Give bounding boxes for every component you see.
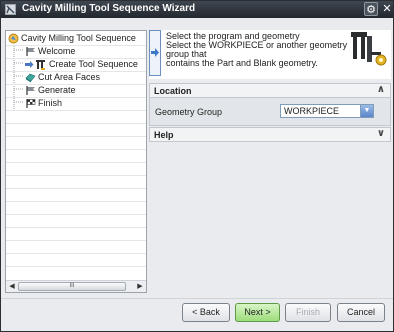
location-section-body: Geometry Group WORKPIECE ▼ (149, 98, 391, 126)
content-area (149, 143, 391, 293)
tree-divider (6, 214, 146, 215)
cancel-button[interactable]: Cancel (337, 303, 385, 322)
step-tree: Cavity Milling Tool Sequence Welcome Cre… (5, 30, 147, 293)
tree-divider (6, 175, 146, 176)
tree-item-generate[interactable]: Generate (6, 84, 146, 97)
scroll-thumb[interactable]: III (18, 282, 126, 291)
tree-item-label: Finish (38, 98, 63, 108)
tree-item-label: Cut Area Faces (38, 72, 101, 82)
checkered-flag-icon (26, 99, 36, 108)
tree-divider (6, 201, 146, 202)
current-step-arrow-icon (25, 61, 34, 68)
chevron-down-icon[interactable]: ∨ (377, 128, 385, 139)
tree-item-welcome[interactable]: Welcome (6, 45, 146, 58)
message-pointer-icon (149, 30, 161, 76)
tree-divider (6, 188, 146, 189)
tree-divider (6, 123, 146, 124)
location-title: Location (154, 86, 192, 96)
tree-divider (6, 253, 146, 254)
tree-item-finish[interactable]: Finish (6, 97, 146, 110)
tree-divider (6, 240, 146, 241)
scroll-left-arrow-icon[interactable]: ◀ (7, 282, 17, 292)
tool-icon (36, 60, 45, 70)
tree-item-cut-area-faces[interactable]: Cut Area Faces (6, 71, 146, 84)
tree-item-root[interactable]: Cavity Milling Tool Sequence (6, 32, 146, 45)
geometry-group-label: Geometry Group (155, 107, 223, 117)
help-title: Help (154, 130, 174, 140)
tree-item-label: Generate (38, 85, 76, 95)
tree-root-label: Cavity Milling Tool Sequence (21, 33, 136, 43)
help-section-header[interactable]: Help ∨ (149, 127, 391, 142)
instruction-line: contains the Part and Blank geometry. (166, 58, 318, 68)
tree-divider (6, 227, 146, 228)
tool-sequence-logo-icon (351, 32, 387, 66)
instruction-text: Select the program and geometry Select t… (166, 32, 347, 68)
instruction-area: Select the program and geometry Select t… (149, 30, 391, 79)
geometry-group-value: WORKPIECE (284, 106, 340, 116)
app-icon (5, 4, 16, 15)
back-button[interactable]: < Back (182, 303, 230, 322)
tree-divider (6, 149, 146, 150)
tree-divider (6, 266, 146, 267)
window-title: Cavity Milling Tool Sequence Wizard (22, 3, 196, 14)
finish-button[interactable]: Finish (285, 303, 331, 322)
tree-divider (6, 136, 146, 137)
flag-arrow-icon (26, 86, 35, 95)
gear-icon[interactable]: ⚙ (364, 2, 378, 16)
geometry-group-select[interactable]: WORKPIECE ▼ (280, 104, 374, 118)
chevron-up-icon[interactable]: ∧ (377, 84, 385, 95)
tree-divider (6, 110, 146, 111)
tree-item-create-tool-sequence[interactable]: Create Tool Sequence (6, 58, 146, 71)
scroll-right-arrow-icon[interactable]: ▶ (135, 282, 145, 292)
tree-divider (6, 162, 146, 163)
close-icon[interactable]: ✕ (380, 2, 394, 16)
cut-area-faces-icon (25, 73, 36, 83)
horizontal-scrollbar[interactable]: ◀ III ▶ (6, 280, 146, 292)
tree-item-label: Welcome (38, 46, 76, 56)
tree-item-label: Create Tool Sequence (49, 59, 138, 69)
divider (1, 298, 393, 299)
wizard-icon (8, 33, 19, 44)
next-button[interactable]: Next > (235, 303, 280, 322)
wizard-window: Cavity Milling Tool Sequence Wizard ⚙ ✕ … (0, 0, 394, 332)
location-section-header[interactable]: Location ∧ (149, 83, 391, 98)
flag-arrow-icon (26, 47, 35, 56)
dropdown-arrow-icon[interactable]: ▼ (360, 105, 373, 117)
title-bar: Cavity Milling Tool Sequence Wizard ⚙ ✕ (1, 1, 393, 18)
